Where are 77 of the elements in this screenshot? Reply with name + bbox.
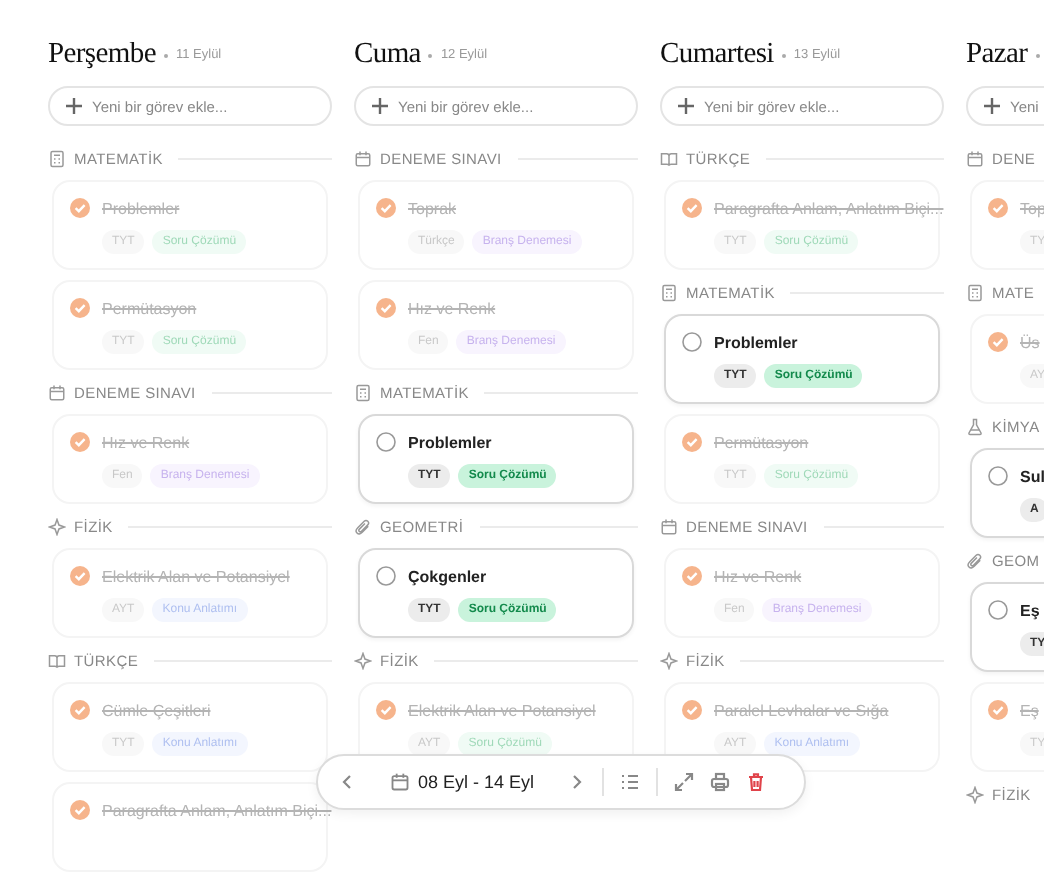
checkbox[interactable] [70, 198, 90, 218]
separator-dot [428, 53, 433, 57]
checkbox[interactable] [988, 466, 1008, 486]
task-title: Permütasyon [102, 299, 197, 317]
checkbox[interactable] [988, 332, 1008, 352]
task-title: Eş [1020, 601, 1040, 619]
task-title: Paragrafta Anlam, Anlatım Biçi... [102, 801, 332, 819]
separator-dot [1035, 53, 1040, 57]
flask-icon [966, 417, 984, 435]
task-title: Hız ve Renk [102, 433, 190, 451]
checkbox[interactable] [682, 700, 702, 720]
plus-icon [66, 98, 82, 114]
task-card[interactable]: Paragrafta Anlam, Anlatım Biçi... [52, 782, 328, 872]
calendar-icon [390, 772, 410, 792]
checkbox[interactable] [376, 432, 396, 452]
sparkle-icon [660, 651, 678, 669]
task-title: Elektrik Alan ve Potansiyel [102, 567, 290, 585]
task-title: Cümle Çeşitleri [102, 701, 211, 719]
checkbox[interactable] [70, 432, 90, 452]
task-title: Çokgenler [408, 567, 487, 585]
date-range[interactable]: 08 Eyl - 14 Eyl [418, 772, 535, 792]
day-title: Cuma [354, 38, 421, 72]
task-title: Hız ve Renk [714, 567, 802, 585]
calendar-icon [354, 149, 372, 167]
task-title: Toprak [408, 199, 457, 217]
checkbox[interactable] [376, 700, 396, 720]
plus-icon [984, 98, 1000, 114]
expand-button[interactable] [674, 772, 695, 792]
day-title: Pazar [966, 38, 1028, 72]
calendar-icon [966, 149, 984, 167]
task-title: Paralel Levhalar ve Sığa [714, 701, 889, 719]
calendar-icon [660, 517, 678, 535]
sparkle-icon [354, 651, 372, 669]
calculator-icon [48, 149, 66, 167]
task-title: Üs [1020, 333, 1040, 351]
checkbox[interactable] [682, 198, 702, 218]
day-title: Cumartesi [660, 38, 774, 72]
list-button[interactable] [620, 772, 641, 792]
task-title: Permütasyon [714, 433, 809, 451]
checkbox[interactable] [988, 700, 1008, 720]
task-title: Problemler [714, 333, 798, 351]
paperclip-icon [354, 517, 372, 535]
task-title: Elektrik Alan ve Potansiyel [408, 701, 596, 719]
checkbox[interactable] [682, 432, 702, 452]
task-title: Eş [1020, 701, 1039, 719]
book-icon [660, 149, 678, 167]
book-icon [48, 651, 66, 669]
separator-dot [781, 53, 786, 57]
checkbox[interactable] [376, 566, 396, 586]
delete-button[interactable] [746, 772, 767, 792]
checkbox[interactable] [376, 198, 396, 218]
calendar-icon [48, 383, 66, 401]
checkbox[interactable] [682, 332, 702, 352]
checkbox[interactable] [70, 700, 90, 720]
task-title: Problemler [408, 433, 492, 451]
checkbox[interactable] [70, 566, 90, 586]
task-title: Hız ve Renk [408, 299, 496, 317]
checkbox[interactable] [988, 600, 1008, 620]
checkbox[interactable] [70, 800, 90, 820]
checkbox[interactable] [376, 298, 396, 318]
paperclip-icon [966, 551, 984, 569]
calculator-icon [354, 383, 372, 401]
task-title: Sul [1020, 467, 1044, 485]
task-title: Problemler [102, 199, 180, 217]
calculator-icon [660, 283, 678, 301]
day-title: Perşembe [48, 38, 156, 72]
calculator-icon [966, 283, 984, 301]
sparkle-icon [48, 517, 66, 535]
plus-icon [678, 98, 694, 114]
checkbox[interactable] [988, 198, 1008, 218]
task-title: Paragrafta Anlam, Anlatım Biçi... [714, 199, 944, 217]
sparkle-icon [966, 785, 984, 803]
plus-icon [372, 98, 388, 114]
separator-dot [163, 53, 168, 57]
checkbox[interactable] [70, 298, 90, 318]
print-button[interactable] [710, 772, 731, 792]
checkbox[interactable] [682, 566, 702, 586]
